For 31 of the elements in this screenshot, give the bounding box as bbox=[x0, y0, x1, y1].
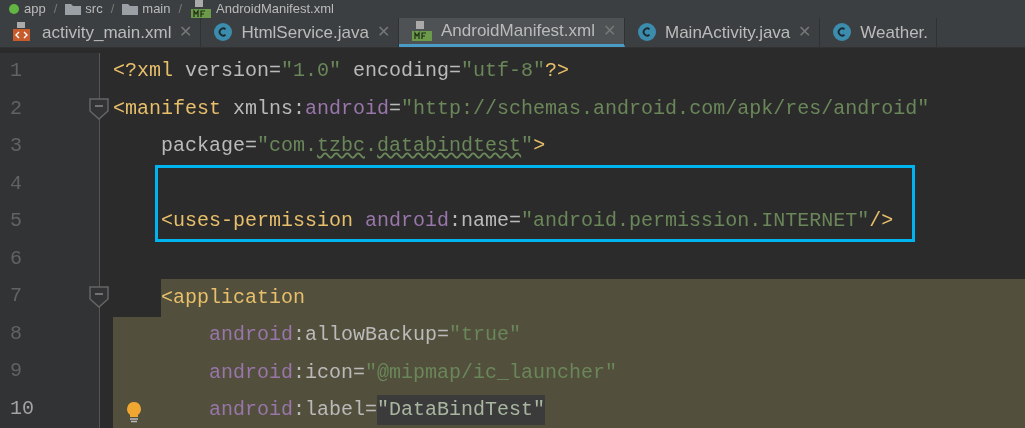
class-icon bbox=[832, 22, 853, 43]
folder-icon bbox=[122, 3, 139, 15]
fold-icon[interactable] bbox=[89, 98, 109, 120]
code-line: package="com.tzbc.databindtest"> bbox=[161, 133, 546, 160]
line-number: 10 bbox=[10, 395, 34, 422]
code-line: android:allowBackup="true" bbox=[209, 322, 522, 349]
breadcrumb-separator: / bbox=[178, 0, 183, 19]
code-line: android:icon="@mipmap/ic_launcher" bbox=[209, 359, 618, 386]
class-icon bbox=[637, 22, 657, 43]
file-tab[interactable]: MainActivity.java ✕ bbox=[625, 18, 821, 47]
file-tab[interactable]: activity_main.xml ✕ bbox=[0, 18, 202, 47]
fold-icon[interactable] bbox=[89, 285, 109, 308]
breadcrumb-separator: / bbox=[53, 0, 58, 19]
breadcrumb-item[interactable]: main bbox=[122, 0, 171, 19]
breadcrumb-item[interactable]: app bbox=[8, 0, 46, 19]
code-line: android:label="DataBindTest" bbox=[209, 391, 546, 428]
breadcrumb-item[interactable]: src bbox=[65, 0, 103, 19]
file-tab[interactable]: AndroidManifest.xml ✕ bbox=[398, 18, 625, 47]
manifest-file-icon bbox=[190, 0, 213, 20]
breadcrumb-separator: / bbox=[110, 0, 115, 19]
code-line: <manifest xmlns:android="http://schemas.android.com/apk/res/android" bbox=[113, 95, 930, 122]
code-line: <uses-permission android:name="android.permission.INTERNET"/> bbox=[161, 208, 894, 235]
class-icon bbox=[213, 22, 234, 43]
code-line: <?xml version="1.0" encoding="utf-8"?> bbox=[113, 58, 570, 85]
file-tab[interactable]: HtmlService.java ✕ bbox=[201, 18, 399, 47]
manifest-file-icon bbox=[410, 19, 433, 42]
module-icon bbox=[8, 3, 20, 15]
breadcrumb-item[interactable]: AndroidManifest.xml bbox=[190, 0, 334, 20]
file-tab[interactable]: Weather. bbox=[820, 18, 938, 47]
folder-icon bbox=[65, 3, 82, 15]
lightbulb-icon[interactable] bbox=[125, 400, 143, 423]
